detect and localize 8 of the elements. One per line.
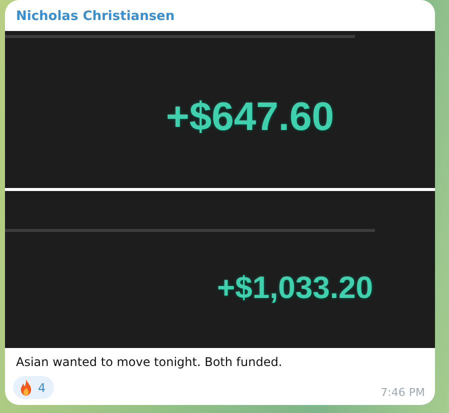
- message-text: Asian wanted to move tonight. Both funded.: [15, 354, 282, 369]
- fire-icon: [19, 379, 33, 396]
- amount-text: +$1,033.20: [216, 270, 373, 306]
- screenshot-image[interactable]: +$1,033.20: [5, 191, 435, 348]
- sender-name[interactable]: Nicholas Christiansen: [5, 0, 175, 22]
- amount-text: +$647.60: [166, 95, 334, 140]
- timestamp: 7:46 PM: [380, 386, 425, 399]
- screenshot-image[interactable]: +$647.60: [5, 31, 435, 188]
